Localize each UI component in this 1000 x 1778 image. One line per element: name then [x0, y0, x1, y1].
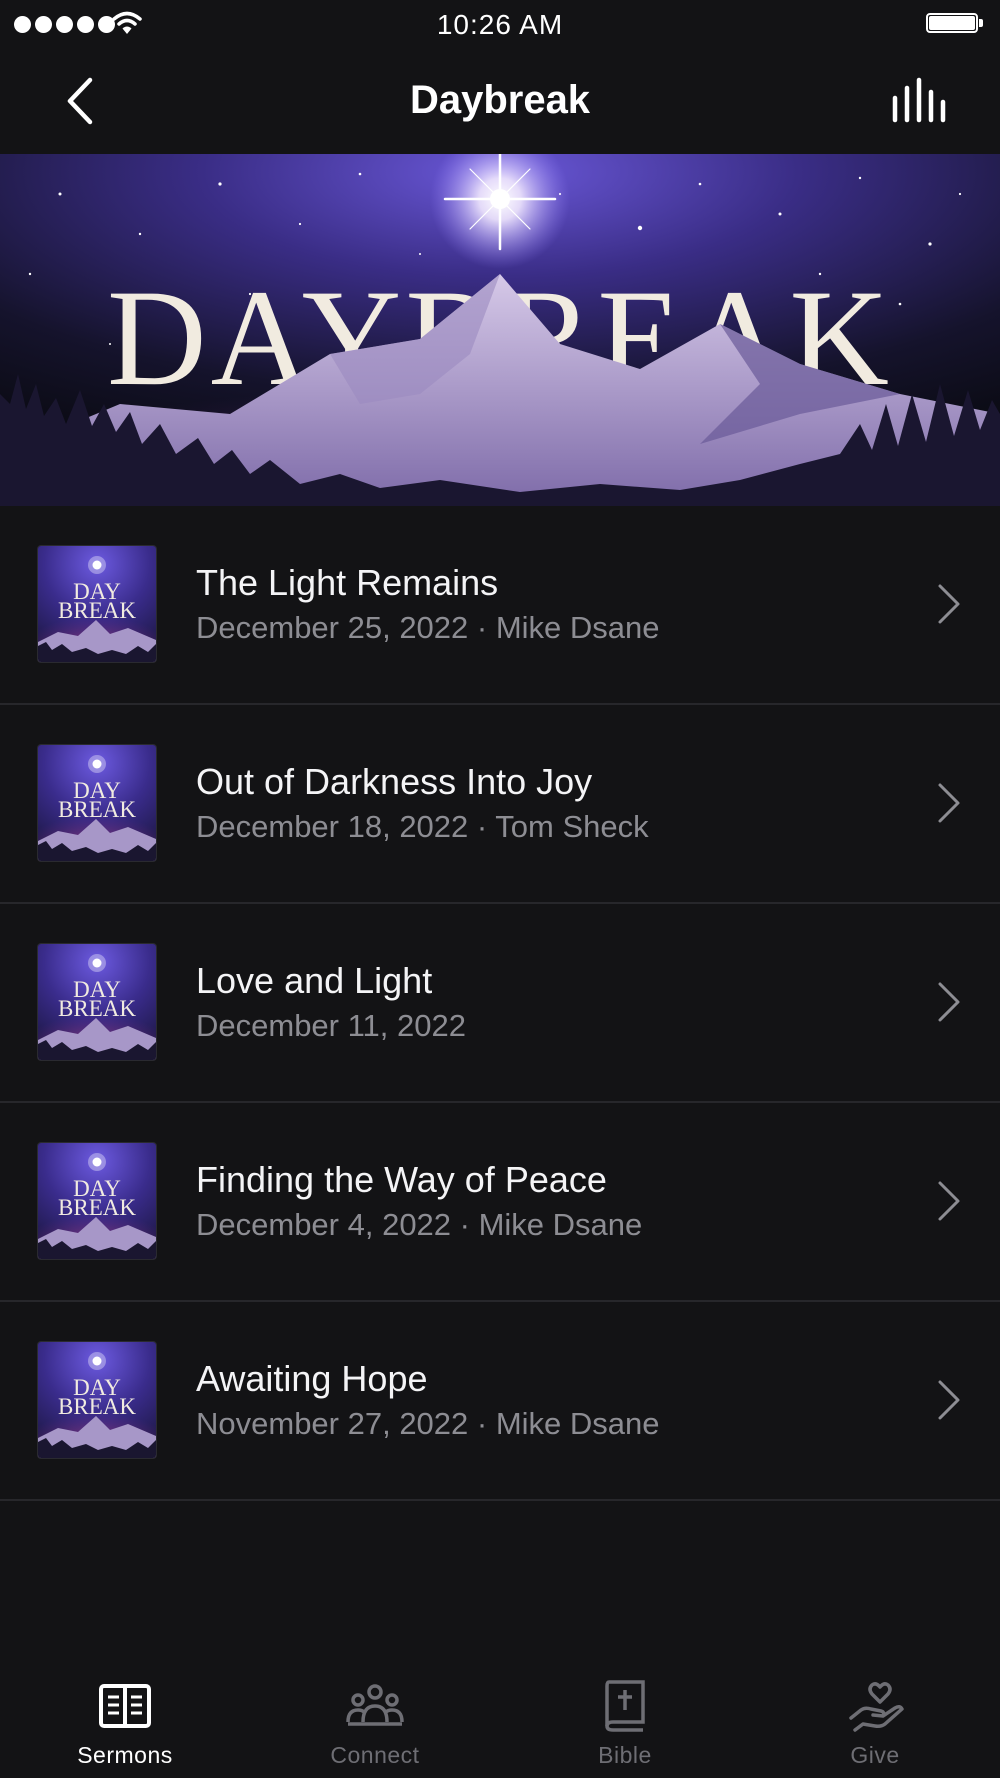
- tab-sermons-label: Sermons: [77, 1742, 173, 1768]
- tab-give[interactable]: Give: [750, 1658, 1000, 1778]
- sermon-subtitle: November 27, 2022 · Mike Dsane: [196, 1406, 660, 1441]
- tab-bible-label: Bible: [598, 1742, 652, 1768]
- svg-text:BREAK: BREAK: [58, 598, 136, 623]
- tab-bar: Sermons Connect Bible Give: [0, 1658, 1000, 1778]
- bible-icon: [605, 1680, 645, 1732]
- daybreak-artwork: DAYBREAK: [0, 154, 1000, 506]
- chevron-right-icon: [938, 982, 960, 1022]
- sermon-title: Awaiting Hope: [196, 1358, 428, 1399]
- tab-connect[interactable]: Connect: [250, 1658, 500, 1778]
- svg-text:BREAK: BREAK: [58, 1195, 136, 1220]
- sermon-list-item[interactable]: DAY BREAK Love and Light December 11, 20…: [0, 904, 1000, 1103]
- sermon-thumbnail: DAY BREAK: [38, 944, 156, 1060]
- chevron-right-icon: [938, 1181, 960, 1221]
- sermon-subtitle: December 4, 2022 · Mike Dsane: [196, 1207, 643, 1242]
- sermon-title: Finding the Way of Peace: [196, 1159, 607, 1200]
- chevron-right-icon: [938, 783, 960, 823]
- equalizer-levels-icon[interactable]: [890, 76, 950, 126]
- status-bar: 10:26 AM: [0, 0, 1000, 50]
- sermon-subtitle: December 25, 2022 · Mike Dsane: [196, 610, 660, 645]
- sermon-thumbnail: DAY BREAK: [38, 745, 156, 861]
- chevron-right-icon: [938, 584, 960, 624]
- page-title: Daybreak: [409, 78, 591, 122]
- sermon-list-item[interactable]: DAY BREAK Awaiting Hope November 27, 202…: [0, 1302, 1000, 1501]
- sermon-list-item[interactable]: DAY BREAK Finding the Way of Peace Decem…: [0, 1103, 1000, 1302]
- navigation-bar: Daybreak: [0, 50, 1000, 154]
- tab-give-label: Give: [850, 1742, 900, 1768]
- sermon-subtitle: December 11, 2022: [196, 1008, 466, 1043]
- svg-text:BREAK: BREAK: [58, 1394, 136, 1419]
- sermon-list-item[interactable]: DAY BREAK The Light Remains December 25,…: [0, 506, 1000, 705]
- battery-icon: [926, 13, 984, 35]
- tab-connect-label: Connect: [330, 1742, 420, 1768]
- chevron-right-icon: [938, 1380, 960, 1420]
- sermon-list: DAY BREAK The Light Remains December 25,…: [0, 506, 1000, 1501]
- sermon-title: Out of Darkness Into Joy: [196, 761, 593, 802]
- sermon-thumbnail: DAY BREAK: [38, 1342, 156, 1458]
- tab-bible[interactable]: Bible: [500, 1658, 750, 1778]
- tab-sermons[interactable]: Sermons: [0, 1658, 250, 1778]
- status-time: 10:26 AM: [436, 9, 564, 40]
- sermon-title: Love and Light: [196, 960, 433, 1001]
- heart-hand-icon: [849, 1682, 904, 1732]
- people-group-icon: [346, 1684, 404, 1726]
- sermon-thumbnail: DAY BREAK: [38, 1143, 156, 1259]
- sermon-title: The Light Remains: [196, 562, 499, 603]
- svg-text:BREAK: BREAK: [58, 797, 136, 822]
- svg-text:BREAK: BREAK: [58, 996, 136, 1021]
- sermon-thumbnail: DAY BREAK: [38, 546, 156, 662]
- series-hero-banner: DAYBREAK: [0, 154, 1000, 506]
- sermon-subtitle: December 18, 2022 · Tom Sheck: [196, 809, 649, 844]
- sermon-list-item[interactable]: DAY BREAK Out of Darkness Into Joy Decem…: [0, 705, 1000, 904]
- open-book-icon: [99, 1684, 151, 1728]
